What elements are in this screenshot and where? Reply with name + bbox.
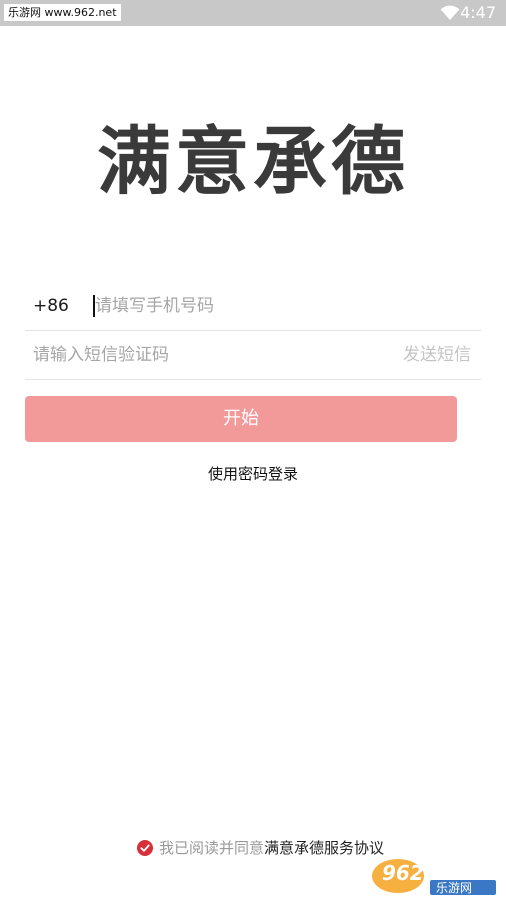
country-code[interactable]: +86	[33, 293, 69, 319]
corner-watermark-sub: 乐游网	[436, 881, 472, 895]
send-code-button[interactable]: 发送短信	[403, 342, 471, 368]
login-screen: 乐游网 www.962.net 4:47 满意承德 +86 发送短信 开始 使用…	[0, 0, 506, 900]
phone-input[interactable]	[95, 291, 475, 321]
checkmark-circle-icon[interactable]	[137, 840, 153, 856]
password-login-link[interactable]: 使用密码登录	[0, 463, 506, 485]
agreement-link[interactable]: 满意承德服务协议	[264, 837, 384, 859]
agreement-prefix: 我已阅读并同意	[159, 839, 265, 857]
phone-row: +86	[25, 283, 481, 331]
wifi-icon	[440, 5, 460, 20]
status-clock: 4:47	[460, 3, 496, 22]
agreement-row: 我已阅读并同意 满意承德服务协议	[137, 837, 384, 859]
app-title: 满意承德	[97, 119, 409, 205]
start-button[interactable]: 开始	[25, 396, 457, 442]
status-bar: 乐游网 www.962.net 4:47	[0, 0, 506, 26]
status-watermark: 乐游网 www.962.net	[4, 4, 121, 21]
sms-code-input[interactable]	[33, 340, 363, 370]
corner-watermark-logo: 962.NET 乐游网	[372, 859, 496, 895]
code-row: 发送短信	[25, 331, 481, 380]
